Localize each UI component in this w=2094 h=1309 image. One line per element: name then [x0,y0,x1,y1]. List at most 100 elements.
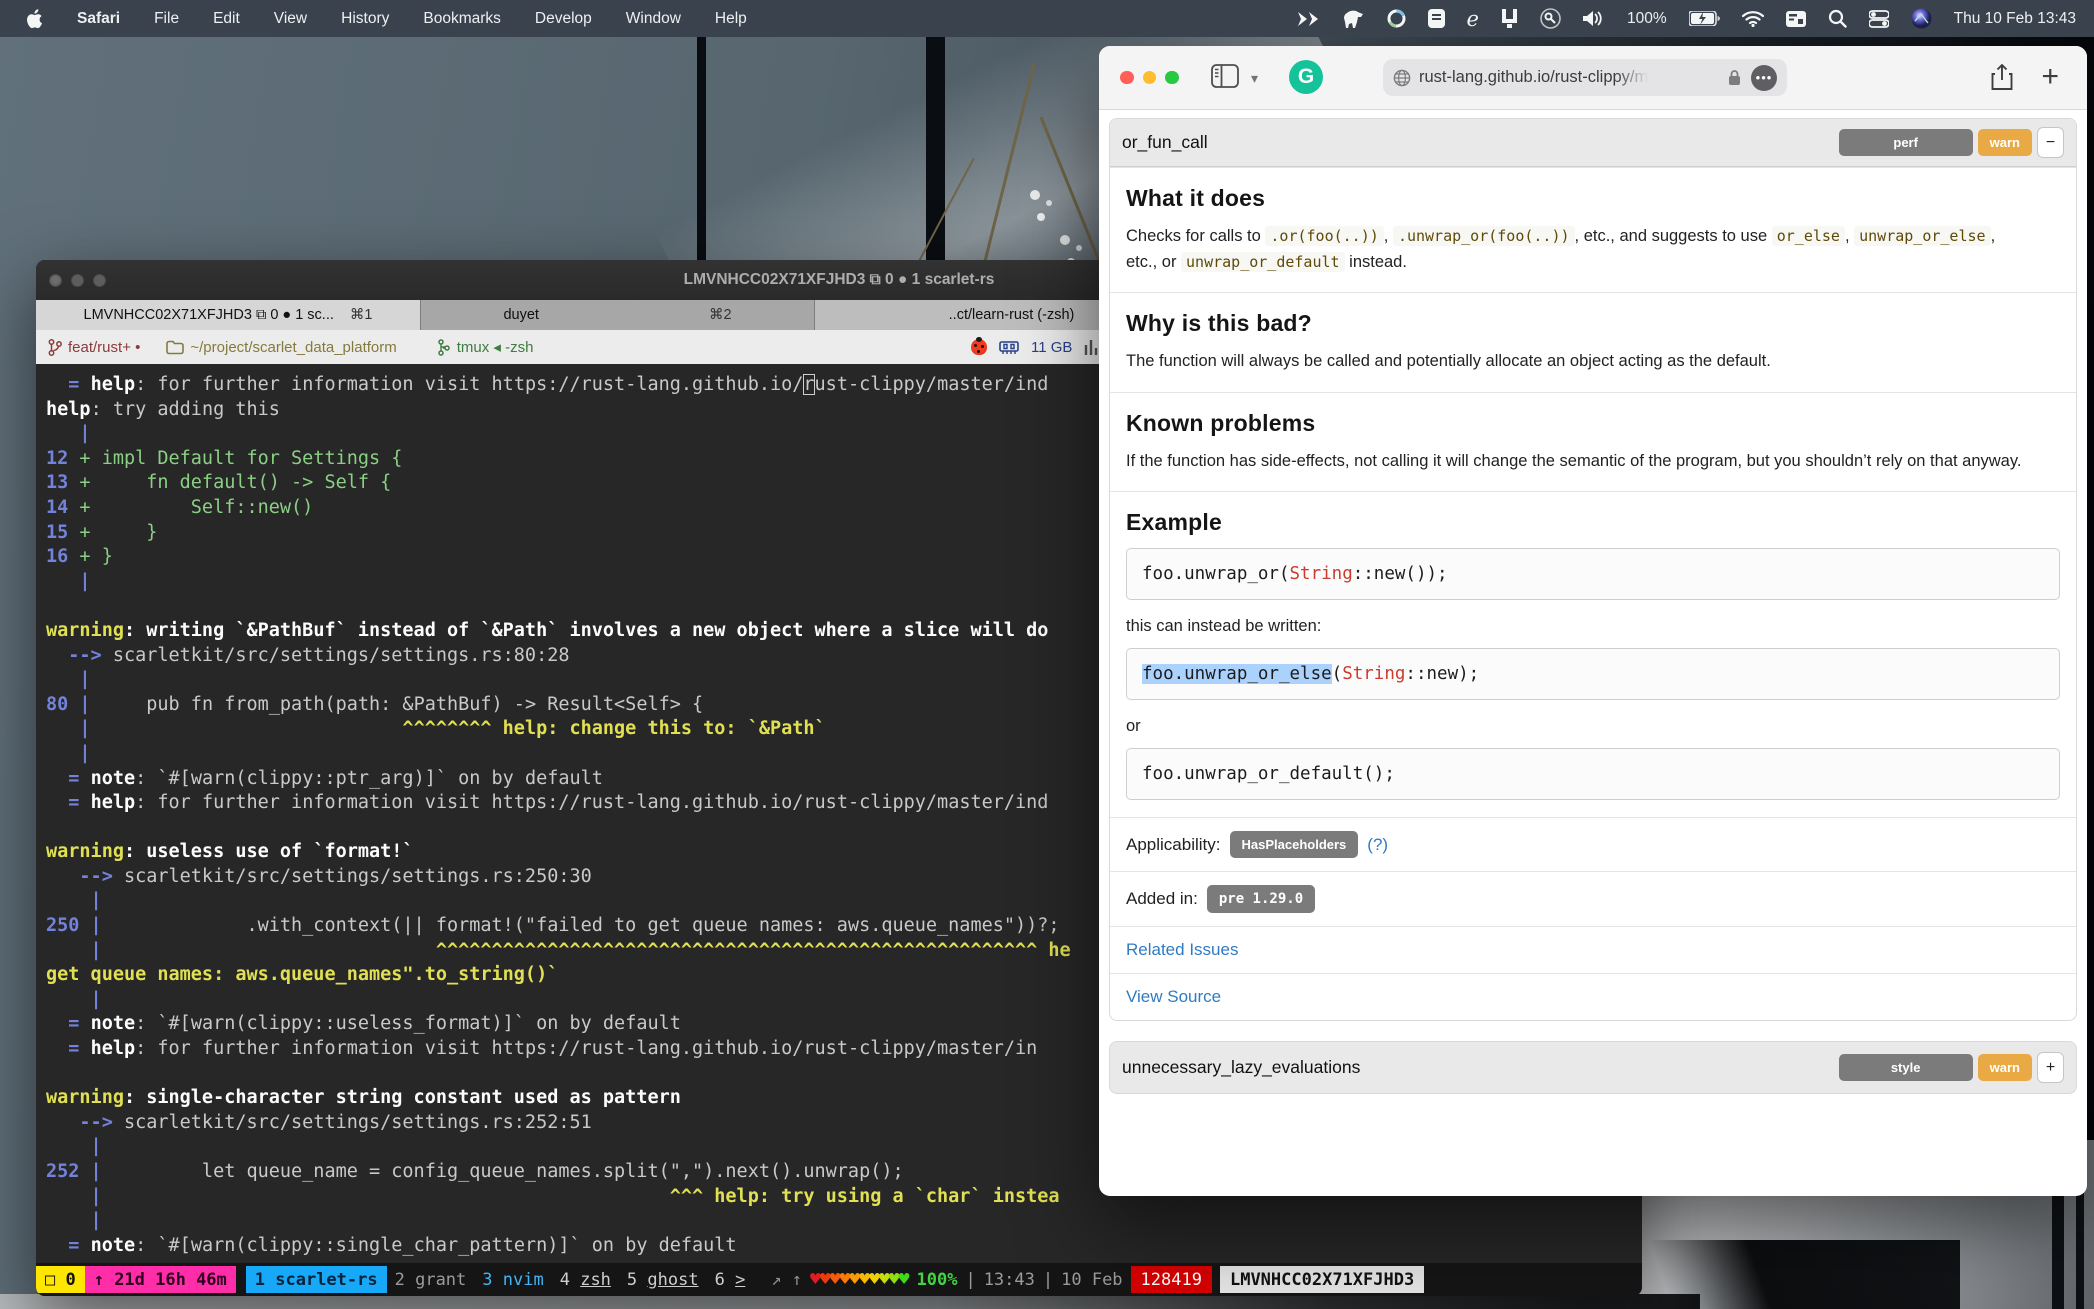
siri-icon[interactable] [1911,8,1932,29]
battery-percent: 100% [1627,10,1667,28]
control-center-icon[interactable] [1869,10,1889,28]
wallpaper-bottom-strip [0,1294,1700,1309]
spotlight-icon[interactable] [1828,9,1847,28]
safari-toolbar: ▾ G rust-lang.github.io/rust-clippy/m ••… [1099,46,2087,110]
tmux-window-4[interactable]: 4 zsh [552,1270,619,1290]
session-label: tmux ◂ -zsh [457,338,534,356]
grammarly-icon[interactable]: G [1289,60,1323,94]
minimize-button[interactable] [1143,71,1157,85]
section-heading: What it does [1126,185,2060,212]
section-known-problems: Known problems If the function has side-… [1110,392,2076,492]
heart-icon: ♥ [840,1269,850,1290]
code-block[interactable]: foo.unwrap_or_default(); [1126,748,2060,800]
menu-safari[interactable]: Safari [77,10,120,28]
tab-shortcut: ⌘2 [709,307,732,323]
wallpaper-blossoms [1030,190,1040,200]
lock-icon [1728,69,1741,86]
added-in-badge: pre 1.29.0 [1207,885,1315,913]
tmux-date: 10 Feb [1061,1270,1122,1290]
ring-app-icon[interactable] [1387,9,1406,28]
menu-bar-clock[interactable]: Thu 10 Feb 13:43 [1954,10,2076,28]
code-block[interactable]: foo.unwrap_or_else(String::new); [1126,648,2060,700]
section-text: If the function has side-effects, not ca… [1126,449,2026,475]
menu-file[interactable]: File [154,10,179,28]
tmux-window-3[interactable]: 3 nvim [474,1270,551,1290]
lint-name: unnecessary_lazy_evaluations [1122,1057,1360,1078]
menu-help[interactable]: Help [715,10,747,28]
menu-bookmarks[interactable]: Bookmarks [423,10,501,28]
input-source-icon[interactable] [1786,11,1806,27]
section-heading: Example [1126,509,2060,536]
process-tree-icon [437,339,451,356]
tmux-load-badge: 128419 [1131,1266,1212,1293]
clamp-icon[interactable] [1501,9,1518,28]
ladybug-icon [971,339,987,355]
animal-icon[interactable] [1343,10,1365,28]
heart-icon: ♥ [889,1269,899,1290]
script-e-icon[interactable]: e [1467,7,1479,31]
next-lint-bar[interactable]: unnecessary_lazy_evaluations style warn … [1109,1041,2077,1094]
chevron-down-icon[interactable]: ▾ [1251,70,1258,87]
tmux-separator: | [1043,1270,1053,1290]
session-status: tmux ◂ -zsh [437,338,534,356]
git-branch-status: feat/rust+ • [48,339,140,356]
safari-traffic-lights [1099,71,1179,85]
sidebar-toggle-button[interactable] [1211,64,1239,88]
wallpaper-window-frame [2076,1190,2084,1309]
wifi-icon[interactable] [1742,11,1764,27]
lint-group-badge[interactable]: style [1839,1054,1973,1081]
section-example: Example foo.unwrap_or(String::new()); th… [1110,491,2076,817]
tmux-window-active[interactable]: 1 scarlet-rs [246,1266,387,1293]
menu-history[interactable]: History [341,10,389,28]
section-heading: Known problems [1126,410,2060,437]
applicability-label: Applicability: [1126,835,1221,855]
view-source-row: View Source [1110,973,2076,1020]
section-text: Checks for calls to .or(foo(..)), .unwra… [1126,224,2026,275]
applicability-help-link[interactable]: (?) [1367,835,1388,855]
terminal-tab-2[interactable]: duyet ⌘2 [421,300,815,330]
lint-panel: or_fun_call perf warn − What it does Che… [1109,118,2077,1021]
view-source-link[interactable]: View Source [1126,987,1221,1007]
key-circle-icon[interactable] [1540,8,1561,29]
apple-menu-icon[interactable] [26,9,43,29]
terminal-tab-1[interactable]: LMVNHCC02X71XFJHD3 ⧉ 0 ● 1 sc... ⌘1 [36,300,421,330]
url-text: rust-lang.github.io/rust-clippy/m [1419,68,1648,87]
menu-edit[interactable]: Edit [213,10,240,28]
terminal-cursor: r [803,374,814,395]
lint-level-badge[interactable]: warn [1978,129,2032,156]
menu-view[interactable]: View [274,10,307,28]
collapse-button[interactable]: − [2037,127,2064,158]
expand-button[interactable]: + [2037,1052,2064,1083]
tmux-window-5[interactable]: 5 ghost [619,1270,707,1290]
added-in-label: Added in: [1126,889,1198,909]
tab-label: duyet [503,307,538,323]
zoom-button[interactable] [1165,71,1179,85]
lint-group-badge[interactable]: perf [1839,129,1973,156]
volume-icon[interactable] [1583,10,1605,27]
inline-code: unwrap_or_default [1181,252,1345,272]
menu-develop[interactable]: Develop [535,10,592,28]
arrows-icon[interactable] [1297,11,1321,27]
notes-icon[interactable] [1428,9,1445,28]
reader-options-icon[interactable]: ••• [1751,65,1777,91]
tmux-pane-indicator: □ 0 [36,1266,85,1293]
inline-code: unwrap_or_else [1854,226,1990,246]
menu-window[interactable]: Window [626,10,681,28]
cwd-label: ~/project/scarlet_data_platform [190,339,396,356]
lint-level-badge[interactable]: warn [1978,1054,2032,1081]
heart-icon: ♥ [879,1269,889,1290]
tmux-window-2[interactable]: 2 grant [387,1270,475,1290]
section-text: The function will always be called and p… [1126,349,2026,375]
related-issues-link[interactable]: Related Issues [1126,940,1238,960]
tmux-window-6[interactable]: 6 > [707,1270,754,1290]
terminal-line: | [46,1209,1642,1234]
share-icon[interactable] [1991,64,2013,91]
wallpaper-blossoms [1060,235,1070,245]
code-block[interactable]: foo.unwrap_or(String::new()); [1126,548,2060,600]
tmux-traffic-arrows: ↗ ↑ [771,1270,802,1290]
heart-icon: ♥ [830,1269,840,1290]
close-button[interactable] [1120,71,1134,85]
new-tab-button[interactable]: + [2041,60,2059,94]
address-bar[interactable]: rust-lang.github.io/rust-clippy/m ••• [1383,59,1787,96]
lint-header[interactable]: or_fun_call perf warn − [1110,119,2076,167]
